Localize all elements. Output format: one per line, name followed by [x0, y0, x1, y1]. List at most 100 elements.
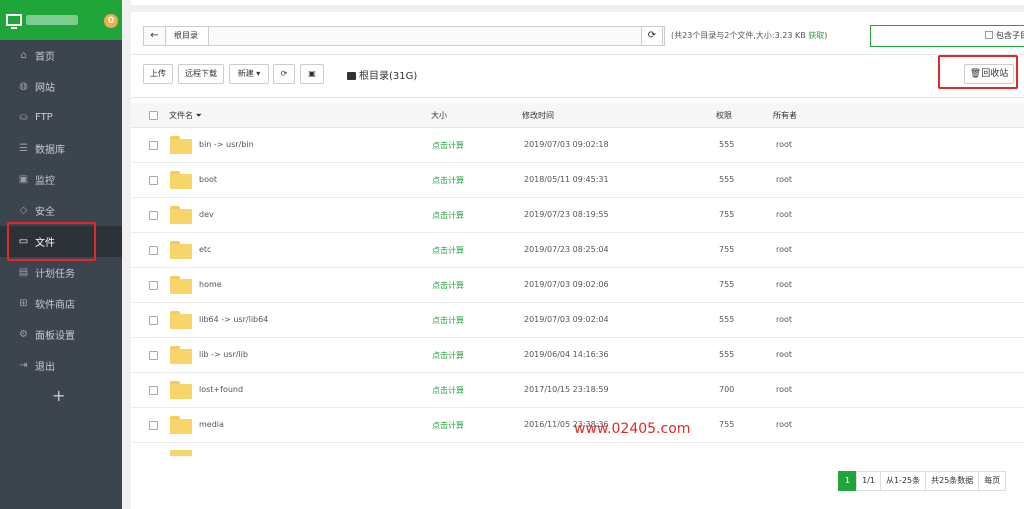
folder-icon[interactable] — [170, 136, 192, 154]
permission[interactable]: 755 — [719, 420, 734, 429]
calc-size-link[interactable]: 点击计算 — [432, 245, 464, 256]
calc-size-link[interactable]: 点击计算 — [432, 385, 464, 396]
folder-icon[interactable] — [170, 206, 192, 224]
table-row[interactable]: etc 点击计算 2019/07/23 08:25:04 755 root — [131, 233, 1024, 268]
sidebar-item-4[interactable]: ▣ 监控 — [0, 164, 122, 195]
calc-size-link[interactable]: 点击计算 — [432, 420, 464, 431]
owner[interactable]: root — [776, 210, 792, 219]
sidebar-item-label: 数据库 — [35, 145, 65, 156]
table-row[interactable]: dev 点击计算 2019/07/23 08:19:55 755 root — [131, 198, 1024, 233]
table-row[interactable]: home 点击计算 2019/07/03 09:02:06 755 root — [131, 268, 1024, 303]
permission[interactable]: 755 — [719, 280, 734, 289]
file-name[interactable]: etc — [199, 245, 211, 254]
sidebar-item-8[interactable]: ⊞ 软件商店 — [0, 288, 122, 319]
modified-time: 2019/07/03 09:02:04 — [524, 315, 609, 324]
calc-size-link[interactable]: 点击计算 — [432, 210, 464, 221]
row-checkbox[interactable] — [149, 141, 158, 150]
notification-badge[interactable]: 0 — [104, 14, 118, 28]
folder-body — [170, 384, 192, 399]
col-filename[interactable]: 文件名 ⏷ — [169, 110, 202, 121]
calc-size-link[interactable]: 点击计算 — [432, 175, 464, 186]
row-checkbox[interactable] — [149, 281, 158, 290]
folder-icon[interactable] — [170, 311, 192, 329]
path-bar[interactable]: ← 根目录 — [143, 26, 665, 46]
sidebar-item-2[interactable]: ⛀ FTP — [0, 102, 122, 133]
table-row[interactable]: lost+found 点击计算 2017/10/15 23:18:59 700 root — [131, 373, 1024, 408]
permission[interactable]: 555 — [719, 315, 734, 324]
col-modified[interactable]: 修改时间 — [522, 110, 554, 121]
search-box[interactable]: 包含子目 — [870, 25, 1024, 47]
permission[interactable]: 555 — [719, 140, 734, 149]
page-current[interactable]: 1 — [838, 471, 858, 491]
page-size-label[interactable]: 每页 — [978, 471, 1007, 491]
modified-time: 2019/06/04 14:16:36 — [524, 350, 609, 359]
calc-size-link[interactable]: 点击计算 — [432, 140, 464, 151]
get-size-link[interactable]: 获取 — [808, 31, 824, 40]
col-permission[interactable]: 权限 — [716, 110, 732, 121]
file-name[interactable]: home — [199, 280, 222, 289]
folder-icon[interactable] — [170, 276, 192, 294]
file-name[interactable]: lib64 -> usr/lib64 — [199, 315, 268, 324]
col-owner[interactable]: 所有者 — [773, 110, 797, 121]
table-row[interactable]: lib64 -> usr/lib64 点击计算 2019/07/03 09:02:0… — [131, 303, 1024, 338]
sidebar-item-1[interactable]: ◍ 网站 — [0, 71, 122, 102]
sidebar-item-10[interactable]: ⇥ 退出 — [0, 350, 122, 381]
table-row[interactable]: boot 点击计算 2018/05/11 09:45:31 555 root — [131, 163, 1024, 198]
select-all-checkbox[interactable] — [149, 111, 158, 120]
permission[interactable]: 755 — [719, 245, 734, 254]
owner[interactable]: root — [776, 420, 792, 429]
calc-size-link[interactable]: 点击计算 — [432, 315, 464, 326]
permission[interactable]: 555 — [719, 350, 734, 359]
modified-time: 2017/10/15 23:18:59 — [524, 385, 609, 394]
owner[interactable]: root — [776, 350, 792, 359]
permission[interactable]: 555 — [719, 175, 734, 184]
sidebar-item-9[interactable]: ⚙ 面板设置 — [0, 319, 122, 350]
row-checkbox[interactable] — [149, 386, 158, 395]
calc-size-link[interactable]: 点击计算 — [432, 350, 464, 361]
sidebar-item-7[interactable]: ▤ 计划任务 — [0, 257, 122, 288]
file-name[interactable]: boot — [199, 175, 217, 184]
file-name[interactable]: media — [199, 420, 224, 429]
folder-icon[interactable] — [170, 241, 192, 259]
col-size[interactable]: 大小 — [431, 110, 447, 121]
add-shortcut-button[interactable]: + — [52, 386, 65, 405]
sidebar-item-3[interactable]: ☰ 数据库 — [0, 133, 122, 164]
file-name[interactable]: dev — [199, 210, 214, 219]
owner[interactable]: root — [776, 175, 792, 184]
refresh-icon[interactable]: ⟳ — [273, 64, 295, 84]
owner[interactable]: root — [776, 385, 792, 394]
sidebar-item-label: 退出 — [35, 362, 55, 373]
permission[interactable]: 700 — [719, 385, 734, 394]
include-subdir-checkbox[interactable] — [985, 31, 993, 39]
permission[interactable]: 755 — [719, 210, 734, 219]
disk-selector[interactable]: 根目录(31G) — [347, 67, 417, 82]
owner[interactable]: root — [776, 315, 792, 324]
terminal-icon[interactable]: ▣ — [300, 64, 324, 84]
table-row[interactable]: bin -> usr/bin 点击计算 2019/07/03 09:02:18 555… — [131, 128, 1024, 163]
back-arrow-icon[interactable]: ← — [144, 27, 166, 45]
upload-button[interactable]: 上传 — [143, 64, 173, 84]
row-checkbox[interactable] — [149, 316, 158, 325]
folder-icon[interactable] — [170, 381, 192, 399]
row-checkbox[interactable] — [149, 421, 158, 430]
new-dropdown-button[interactable]: 新建 ▾ — [229, 64, 269, 84]
folder-icon[interactable] — [170, 416, 192, 434]
refresh-path-button[interactable]: ⟳ — [641, 26, 663, 46]
row-checkbox[interactable] — [149, 211, 158, 220]
folder-icon[interactable] — [170, 171, 192, 189]
row-checkbox[interactable] — [149, 176, 158, 185]
table-row[interactable]: lib -> usr/lib 点击计算 2019/06/04 14:16:36 555… — [131, 338, 1024, 373]
calc-size-link[interactable]: 点击计算 — [432, 280, 464, 291]
row-checkbox[interactable] — [149, 351, 158, 360]
sidebar-item-0[interactable]: ⌂ 首页 — [0, 40, 122, 71]
file-name[interactable]: lib -> usr/lib — [199, 350, 248, 359]
row-checkbox[interactable] — [149, 246, 158, 255]
file-name[interactable]: lost+found — [199, 385, 243, 394]
owner[interactable]: root — [776, 140, 792, 149]
owner[interactable]: root — [776, 245, 792, 254]
file-name[interactable]: bin -> usr/bin — [199, 140, 254, 149]
folder-icon[interactable] — [170, 346, 192, 364]
owner[interactable]: root — [776, 280, 792, 289]
remote-download-button[interactable]: 远程下载 — [178, 64, 224, 84]
breadcrumb-root[interactable]: 根目录 — [168, 27, 209, 45]
